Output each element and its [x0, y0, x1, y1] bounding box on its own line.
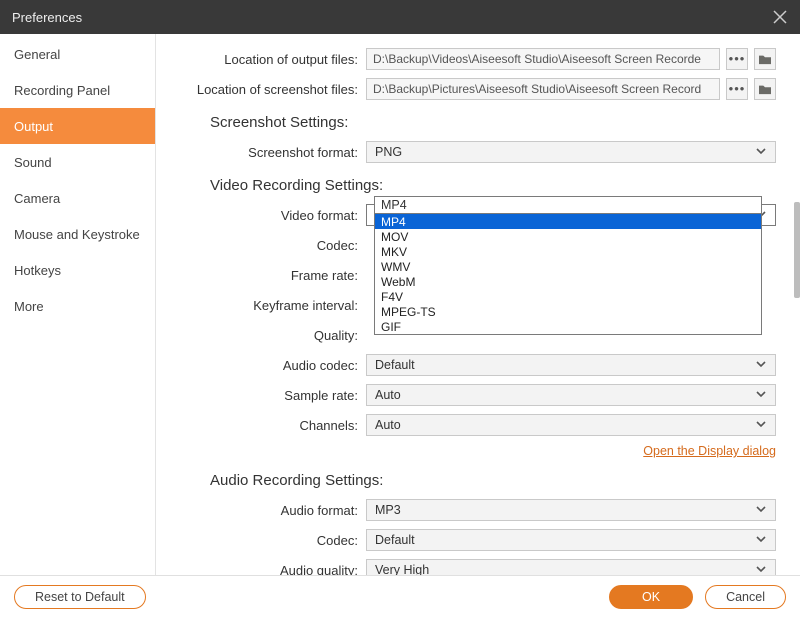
browse-screenshot-button[interactable]: •••: [726, 78, 748, 100]
audio-codec-select[interactable]: Default: [366, 529, 776, 551]
reset-to-default-button[interactable]: Reset to Default: [14, 585, 146, 609]
video-format-label: Video format:: [156, 208, 366, 223]
chevron-down-icon: [755, 418, 767, 433]
video-framerate-label: Frame rate:: [156, 268, 366, 283]
sidebar-item-general[interactable]: General: [0, 36, 155, 72]
video-format-options: MP4 MOV MKV WMV WebM F4V MPEG-TS GIF: [375, 214, 761, 334]
open-output-folder-button[interactable]: [754, 48, 776, 70]
sidebar-item-output[interactable]: Output: [0, 108, 155, 144]
sidebar-item-label: Recording Panel: [14, 83, 110, 98]
window-title: Preferences: [12, 10, 82, 25]
video-channels-label: Channels:: [156, 418, 366, 433]
video-format-option[interactable]: WebM: [375, 274, 761, 289]
chevron-down-icon: [755, 503, 767, 518]
ellipsis-icon: •••: [729, 55, 746, 63]
video-format-option[interactable]: F4V: [375, 289, 761, 304]
video-audio-codec-select[interactable]: Default: [366, 354, 776, 376]
screenshot-format-label: Screenshot format:: [156, 145, 366, 160]
output-path-label: Location of output files:: [156, 52, 366, 67]
sidebar-item-camera[interactable]: Camera: [0, 180, 155, 216]
video-format-option[interactable]: WMV: [375, 259, 761, 274]
screenshot-path-field[interactable]: D:\Backup\Pictures\Aiseesoft Studio\Aise…: [366, 78, 720, 100]
audio-format-select[interactable]: MP3: [366, 499, 776, 521]
sidebar-item-label: Sound: [14, 155, 52, 170]
video-audio-codec-label: Audio codec:: [156, 358, 366, 373]
browse-output-button[interactable]: •••: [726, 48, 748, 70]
sidebar-item-label: Mouse and Keystroke: [14, 227, 140, 242]
scrollbar-track[interactable]: [792, 34, 800, 575]
video-format-option[interactable]: MKV: [375, 244, 761, 259]
video-format-dropdown-header[interactable]: MP4: [374, 196, 762, 214]
sidebar-item-hotkeys[interactable]: Hotkeys: [0, 252, 155, 288]
video-format-dropdown[interactable]: MP4 MP4 MOV MKV WMV WebM F4V MPEG-TS GIF: [374, 196, 762, 335]
sidebar: General Recording Panel Output Sound Cam…: [0, 34, 156, 575]
sidebar-item-mouse-keystroke[interactable]: Mouse and Keystroke: [0, 216, 155, 252]
close-icon[interactable]: [772, 9, 788, 25]
video-format-option[interactable]: MP4: [375, 214, 761, 229]
chevron-down-icon: [755, 533, 767, 548]
video-format-option[interactable]: MPEG-TS: [375, 304, 761, 319]
screenshot-format-select[interactable]: PNG: [366, 141, 776, 163]
sidebar-item-sound[interactable]: Sound: [0, 144, 155, 180]
sidebar-item-label: Output: [14, 119, 53, 134]
title-bar: Preferences: [0, 0, 800, 34]
audio-codec-label: Codec:: [156, 533, 366, 548]
sidebar-item-more[interactable]: More: [0, 288, 155, 324]
audio-quality-select[interactable]: Very High: [366, 559, 776, 575]
video-samplerate-label: Sample rate:: [156, 388, 366, 403]
ellipsis-icon: •••: [729, 85, 746, 93]
audio-format-label: Audio format:: [156, 503, 366, 518]
sidebar-item-label: General: [14, 47, 60, 62]
sidebar-item-recording-panel[interactable]: Recording Panel: [0, 72, 155, 108]
open-display-dialog-link[interactable]: Open the Display dialog: [156, 444, 776, 458]
screenshot-path-label: Location of screenshot files:: [156, 82, 366, 97]
video-codec-label: Codec:: [156, 238, 366, 253]
chevron-down-icon: [755, 145, 767, 160]
chevron-down-icon: [755, 563, 767, 576]
chevron-down-icon: [755, 388, 767, 403]
folder-icon: [758, 83, 772, 95]
sidebar-item-label: Camera: [14, 191, 60, 206]
video-format-option[interactable]: GIF: [375, 319, 761, 334]
footer: Reset to Default OK Cancel: [0, 575, 800, 617]
content-pane: Location of output files: D:\Backup\Vide…: [156, 34, 800, 575]
chevron-down-icon: [755, 358, 767, 373]
cancel-button[interactable]: Cancel: [705, 585, 786, 609]
screenshot-settings-heading: Screenshot Settings:: [210, 114, 776, 131]
open-screenshot-folder-button[interactable]: [754, 78, 776, 100]
sidebar-item-label: More: [14, 299, 44, 314]
video-settings-heading: Video Recording Settings:: [210, 177, 776, 194]
folder-icon: [758, 53, 772, 65]
video-format-option[interactable]: MOV: [375, 229, 761, 244]
video-channels-select[interactable]: Auto: [366, 414, 776, 436]
video-keyframe-label: Keyframe interval:: [156, 298, 366, 313]
audio-settings-heading: Audio Recording Settings:: [210, 472, 776, 489]
output-path-field[interactable]: D:\Backup\Videos\Aiseesoft Studio\Aisees…: [366, 48, 720, 70]
ok-button[interactable]: OK: [609, 585, 693, 609]
video-samplerate-select[interactable]: Auto: [366, 384, 776, 406]
video-quality-label: Quality:: [156, 328, 366, 343]
sidebar-item-label: Hotkeys: [14, 263, 61, 278]
audio-quality-label: Audio quality:: [156, 563, 366, 576]
scrollbar-thumb[interactable]: [794, 202, 800, 298]
